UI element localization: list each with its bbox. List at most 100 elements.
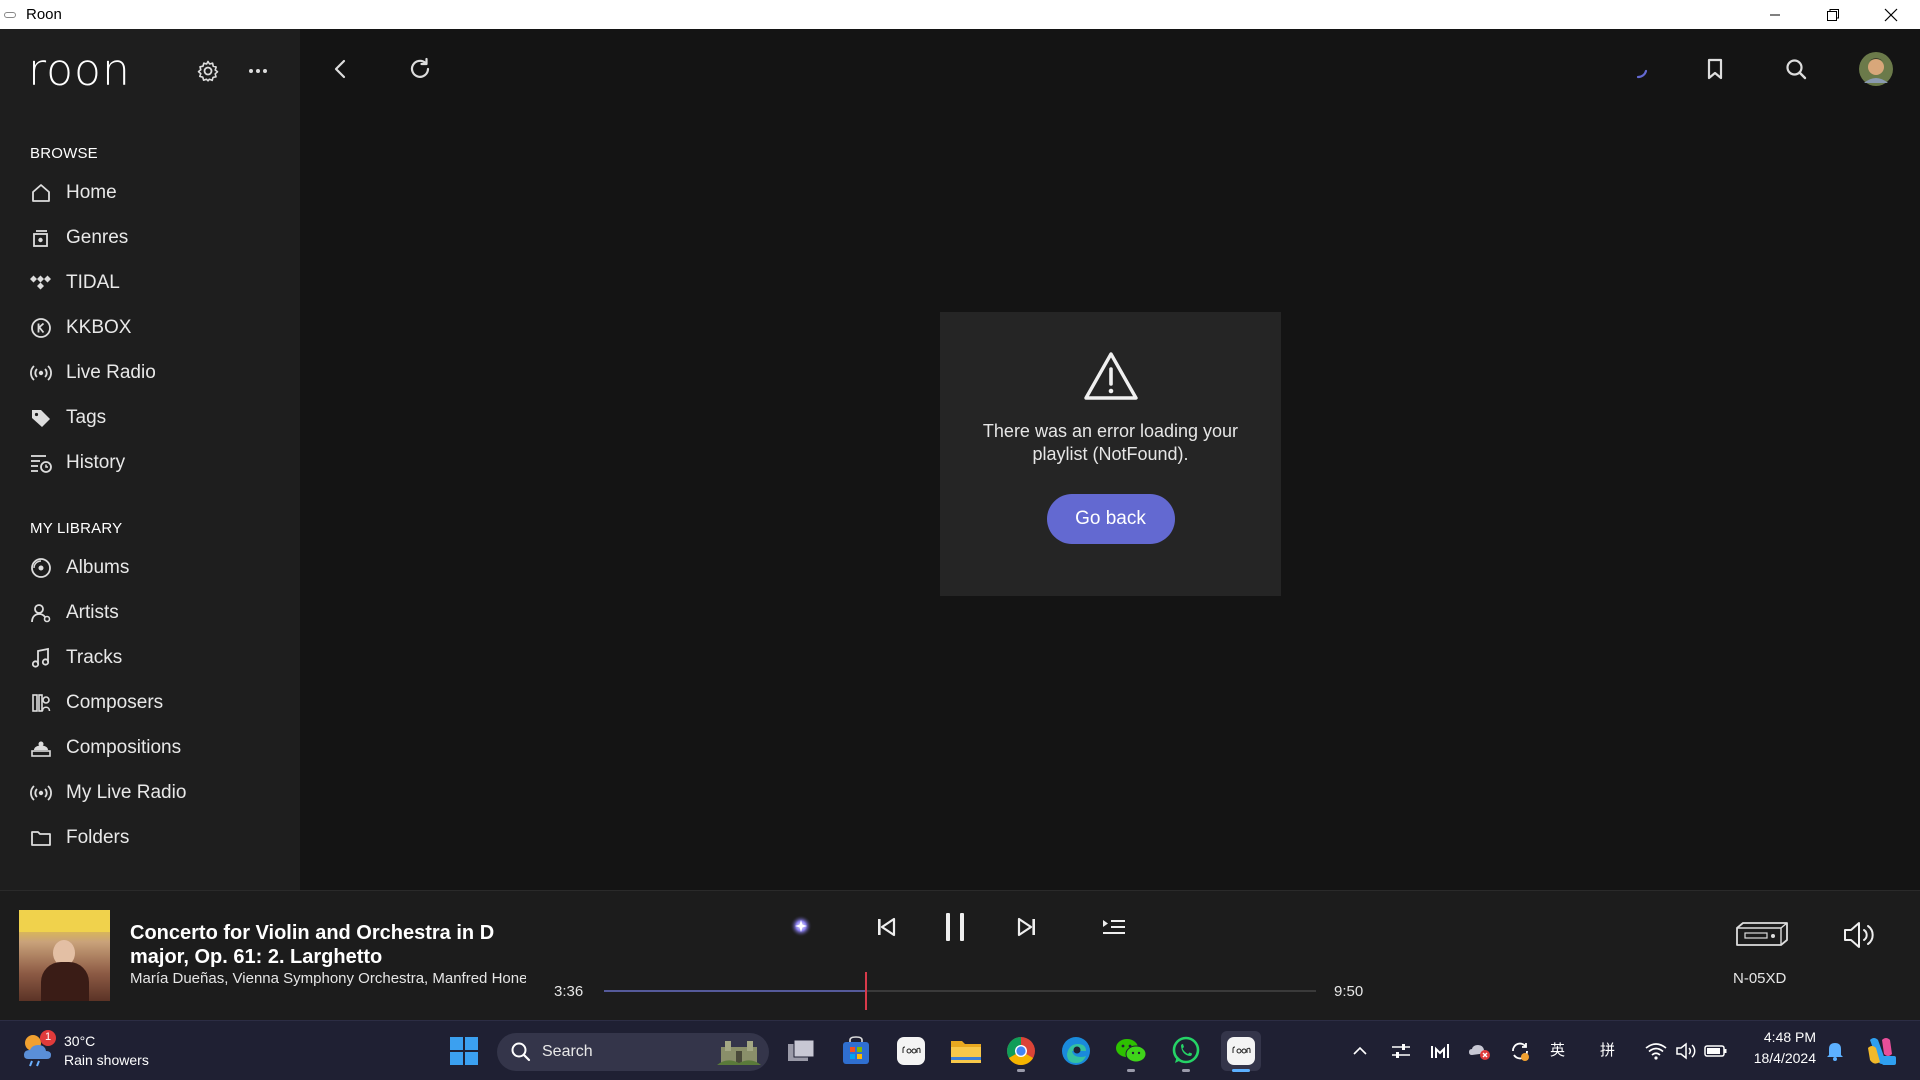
album-art-band xyxy=(19,910,110,932)
sidebar: roon BROWSE Home Genres TIDAL KKBOX Live… xyxy=(0,29,300,890)
taskbar-edge[interactable] xyxy=(1056,1031,1096,1071)
copilot-button[interactable] xyxy=(1858,1031,1902,1071)
track-title[interactable]: Concerto for Violin and Orchestra in D m… xyxy=(130,921,550,969)
minimize-icon xyxy=(1770,14,1780,15)
sidebar-item-kkbox[interactable]: KKBOX xyxy=(0,305,300,350)
minimize-button[interactable] xyxy=(1746,0,1804,29)
sidebar-item-tracks[interactable]: Tracks xyxy=(0,635,300,680)
pause-button[interactable] xyxy=(937,909,973,945)
taskbar-task-view[interactable] xyxy=(781,1031,821,1071)
profile-avatar[interactable] xyxy=(1856,49,1896,89)
notifications-button[interactable] xyxy=(1816,1031,1854,1071)
tray-onedrive-error[interactable] xyxy=(1460,1031,1500,1071)
tray-settings-sliders[interactable] xyxy=(1381,1031,1421,1071)
taskbar-wechat[interactable] xyxy=(1111,1031,1151,1072)
weather-condition: Rain showers xyxy=(64,1052,149,1068)
seek-progress xyxy=(604,990,865,992)
genres-icon xyxy=(28,225,54,251)
queue-button[interactable] xyxy=(1098,911,1130,943)
sidebar-item-folders[interactable]: Folders xyxy=(0,815,300,860)
window-controls xyxy=(1746,0,1920,29)
sidebar-item-home[interactable]: Home xyxy=(0,170,300,215)
ime-mode[interactable]: 拼 xyxy=(1600,1039,1615,1060)
chevron-left-icon xyxy=(334,59,346,79)
seek-bar[interactable] xyxy=(604,972,1316,1010)
windows-start-button[interactable] xyxy=(444,1031,484,1071)
roon-logo[interactable]: roon xyxy=(28,49,131,93)
sidebar-item-genres[interactable]: Genres xyxy=(0,215,300,260)
sidebar-item-history[interactable]: History xyxy=(0,440,300,485)
back-button[interactable] xyxy=(321,49,361,89)
sidebar-item-label: Home xyxy=(66,181,117,203)
restore-icon xyxy=(1827,8,1839,21)
next-track-button[interactable] xyxy=(1011,911,1043,943)
chevron-up-icon xyxy=(1353,1046,1367,1055)
roon-app-icon xyxy=(1227,1037,1255,1065)
windows-logo-icon xyxy=(450,1037,478,1065)
sidebar-item-live-radio[interactable]: Live Radio xyxy=(0,350,300,395)
cloud-error-icon xyxy=(1469,1045,1490,1060)
refresh-button[interactable] xyxy=(400,49,440,89)
show-hidden-icons-button[interactable] xyxy=(1340,1031,1380,1071)
clock-date[interactable]: 18/4/2024 xyxy=(1740,1050,1816,1066)
restore-button[interactable] xyxy=(1804,0,1862,29)
running-indicator xyxy=(1017,1069,1025,1072)
search-button[interactable] xyxy=(1776,49,1816,89)
taskbar-whatsapp[interactable] xyxy=(1166,1031,1206,1072)
close-button[interactable] xyxy=(1862,0,1920,29)
taskbar-roon-active[interactable] xyxy=(1221,1031,1261,1072)
sidebar-item-composers[interactable]: Composers xyxy=(0,680,300,725)
album-art-figure-body xyxy=(41,962,89,1001)
sidebar-item-label: My Live Radio xyxy=(66,781,187,803)
music-note-icon xyxy=(28,645,54,671)
taskbar-roon-app[interactable] xyxy=(891,1031,931,1071)
composition-icon xyxy=(28,735,54,761)
folder-icon xyxy=(28,825,54,851)
sidebar-item-label: Artists xyxy=(66,601,119,623)
whatsapp-icon xyxy=(1172,1036,1200,1064)
settings-button[interactable] xyxy=(196,59,220,88)
taskbar-file-explorer[interactable] xyxy=(946,1031,986,1071)
queue-icon xyxy=(1103,920,1125,934)
radio-mode-button[interactable] xyxy=(786,911,816,941)
track-artist[interactable]: María Dueñas, Vienna Symphony Orchestra,… xyxy=(130,970,526,987)
ime-language[interactable]: 英 xyxy=(1550,1039,1565,1060)
sidebar-item-my-live-radio[interactable]: My Live Radio xyxy=(0,770,300,815)
zone-name[interactable]: N-05XD xyxy=(1733,970,1786,987)
roon-app-icon xyxy=(897,1037,925,1065)
sync-icon xyxy=(1512,1042,1529,1061)
sidebar-item-tags[interactable]: Tags xyxy=(0,395,300,440)
bookmark-icon xyxy=(1707,58,1723,80)
taskbar-chrome[interactable] xyxy=(1001,1031,1041,1072)
error-dialog: There was an error loading your playlist… xyxy=(940,312,1281,596)
sidebar-item-label: Tracks xyxy=(66,646,123,668)
tray-app-icon[interactable] xyxy=(1420,1031,1460,1071)
sidebar-item-artists[interactable]: Artists xyxy=(0,590,300,635)
sidebar-item-albums[interactable]: Albums xyxy=(0,545,300,590)
home-icon xyxy=(28,180,54,206)
volume-button[interactable] xyxy=(1840,915,1880,955)
sparkle-icon xyxy=(790,915,812,937)
album-art[interactable] xyxy=(19,910,110,1001)
clock-time[interactable]: 4:48 PM xyxy=(1748,1029,1816,1045)
total-duration: 9:50 xyxy=(1334,983,1364,1000)
more-options-button[interactable] xyxy=(246,59,270,88)
tray-sync[interactable] xyxy=(1500,1031,1540,1071)
taskbar-microsoft-store[interactable] xyxy=(836,1031,876,1071)
zone-selector-button[interactable] xyxy=(1733,919,1791,949)
sidebar-item-compositions[interactable]: Compositions xyxy=(0,725,300,770)
taskbar-search[interactable]: Search xyxy=(497,1033,769,1071)
bookmark-button[interactable] xyxy=(1695,49,1735,89)
playhead[interactable] xyxy=(864,972,867,1010)
weather-widget[interactable]: 1 30°C Rain showers xyxy=(20,1030,149,1074)
sidebar-item-tidal[interactable]: TIDAL xyxy=(0,260,300,305)
go-back-button[interactable]: Go back xyxy=(1046,494,1175,544)
tray-battery[interactable] xyxy=(1696,1031,1736,1071)
elapsed-time: 3:36 xyxy=(554,983,584,1000)
skip-next-icon xyxy=(1017,917,1035,937)
skip-previous-icon xyxy=(878,917,896,937)
more-dots-icon xyxy=(249,69,267,73)
bell-icon xyxy=(1827,1043,1843,1061)
search-highlight-castle-icon xyxy=(717,1041,761,1065)
previous-track-button[interactable] xyxy=(870,911,902,943)
